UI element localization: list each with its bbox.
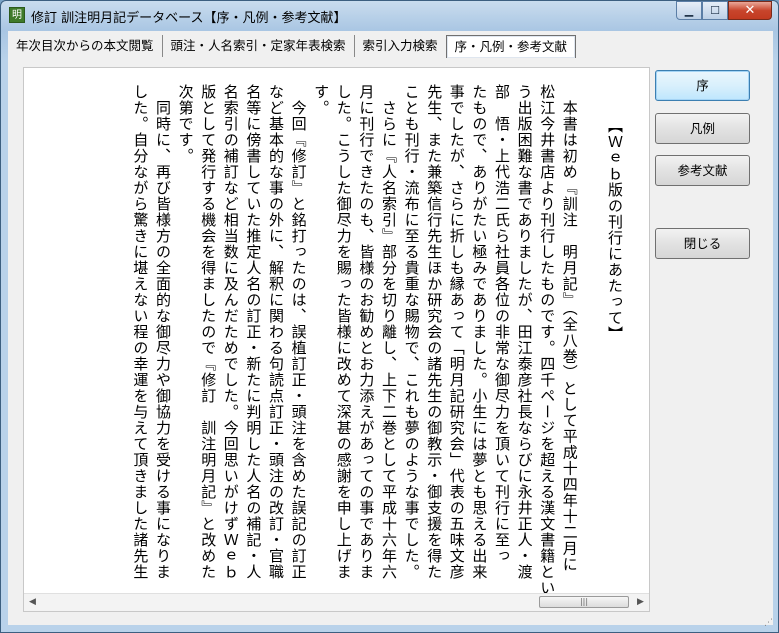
document-heading: 【Ｗｅｂ版の刊行にあたって】 bbox=[606, 118, 624, 342]
minimize-button[interactable]: ▁ bbox=[676, 1, 702, 20]
text-line: う出版困難な書でありましたが、田江泰彦社長ならびに永井正人・渡 bbox=[515, 84, 534, 580]
text-line: 名索引の補訂など相当数に及んだためでした。今回思いがけずＷｅｂ bbox=[221, 84, 240, 580]
tab-preface[interactable]: 序・凡例・参考文献 bbox=[445, 35, 577, 58]
close-icon: ✕ bbox=[744, 3, 756, 18]
scroll-left-icon[interactable]: ◀ bbox=[24, 594, 41, 611]
client-area: 年次目次からの本文閲覧 頭注・人名索引・定家年表検索 索引入力検索 序・凡例・参… bbox=[8, 31, 773, 625]
close-button[interactable]: 閉じる bbox=[655, 228, 750, 259]
tab-honbun[interactable]: 年次目次からの本文閲覧 bbox=[8, 35, 162, 57]
text-line: 本書は初め『訓注 明月記』（全八巻）として平成十四年十二月に bbox=[560, 84, 579, 573]
text-line: など基本的な事の外に、解釈に関わる句読点訂正・頭注の改訂・官職 bbox=[267, 84, 285, 580]
close-window-button[interactable]: ✕ bbox=[728, 1, 772, 20]
document-view[interactable]: 【Ｗｅｂ版の刊行にあたって】 本書は初め『訓注 明月記』（全八巻）として平成十四… bbox=[23, 67, 650, 612]
vertical-text: 【Ｗｅｂ版の刊行にあたって】 本書は初め『訓注 明月記』（全八巻）として平成十四… bbox=[24, 68, 649, 596]
text-line: 名等に傍書していた推定人名の訂正・新たに判明した人名の補記・人 bbox=[244, 84, 263, 580]
text-line: 今回『修訂』と銘打ったのは、誤植訂正・頭注を含めた誤記の訂正 bbox=[289, 84, 308, 580]
horizontal-scrollbar[interactable]: ◀ ||| ▶ bbox=[24, 593, 649, 611]
scroll-thumb[interactable]: ||| bbox=[539, 596, 629, 608]
maximize-button[interactable]: ☐ bbox=[702, 1, 728, 20]
tab-sakuin-search[interactable]: 索引入力検索 bbox=[353, 35, 446, 57]
tab-bar: 年次目次からの本文閲覧 頭注・人名索引・定家年表検索 索引入力検索 序・凡例・参… bbox=[8, 35, 577, 59]
text-line: ことも刊行・流布に至る貴重な賜物で、これも夢のような事でした。 bbox=[402, 84, 421, 580]
text-line: した。こうした御尽力を賜った皆様に改めて深甚の感謝を申し上げま bbox=[334, 84, 353, 580]
tab-tochu-search[interactable]: 頭注・人名索引・定家年表検索 bbox=[161, 35, 354, 57]
jo-button[interactable]: 序 bbox=[655, 70, 750, 101]
text-line: 版として発行する機会を得ましたので『修訂 訓注明月記』と改めた bbox=[199, 84, 218, 580]
scroll-right-icon[interactable]: ▶ bbox=[632, 594, 649, 611]
text-line: 松江今井書店より刊行したものです。四千ページを超える漢文書籍とい bbox=[538, 84, 557, 596]
app-icon: 明 bbox=[9, 7, 25, 23]
sanko-bunken-button[interactable]: 参考文献 bbox=[655, 155, 750, 186]
text-line: した。自分ながら驚きに堪えない程の幸運を与えて頂きました諸先生 bbox=[131, 84, 150, 580]
window-title: 修訂 訓注明月記データベース【序・凡例・参考文献】 bbox=[31, 11, 347, 26]
text-line: たもので、ありがたい極みでありました。小生には夢とも思える出来 bbox=[470, 84, 489, 580]
text-line: す。 bbox=[312, 84, 331, 116]
hanrei-button[interactable]: 凡例 bbox=[655, 113, 750, 144]
main-window: 明 修訂 訓注明月記データベース【序・凡例・参考文献】 ▁ ☐ ✕ 年次目次から… bbox=[0, 0, 779, 633]
minimize-icon: ▁ bbox=[684, 4, 694, 17]
text-line: 先生、また兼築信行先生ほか研究会の諸先生の御教示・御支援を得た bbox=[425, 84, 444, 580]
text-line: 同時に、再び皆様方の全面的な御尽力や御協力を受ける事になりま bbox=[154, 84, 172, 580]
maximize-icon: ☐ bbox=[710, 4, 720, 17]
text-line: 事でしたが、さらに折しも縁あって「明月記研究会」代表の五味文彦 bbox=[447, 84, 466, 580]
window-controls: ▁ ☐ ✕ bbox=[676, 1, 772, 21]
text-line: さらに『人名索引』部分を切り離し、上下二巻として平成十六年六 bbox=[380, 84, 398, 580]
text-line: 部 悟・上代浩二氏ら社員各位の非常な御尽力を頂いて刊行に至っ bbox=[493, 84, 511, 564]
text-line: 月に刊行できたのも、皆様のお勧めとお力添えがあっての事でありま bbox=[357, 84, 376, 580]
title-bar[interactable]: 明 修訂 訓注明月記データベース【序・凡例・参考文献】 ▁ ☐ ✕ bbox=[1, 1, 778, 29]
text-line: 次第です。 bbox=[176, 84, 195, 164]
resize-grip-icon[interactable]: ⋰ bbox=[764, 618, 776, 630]
